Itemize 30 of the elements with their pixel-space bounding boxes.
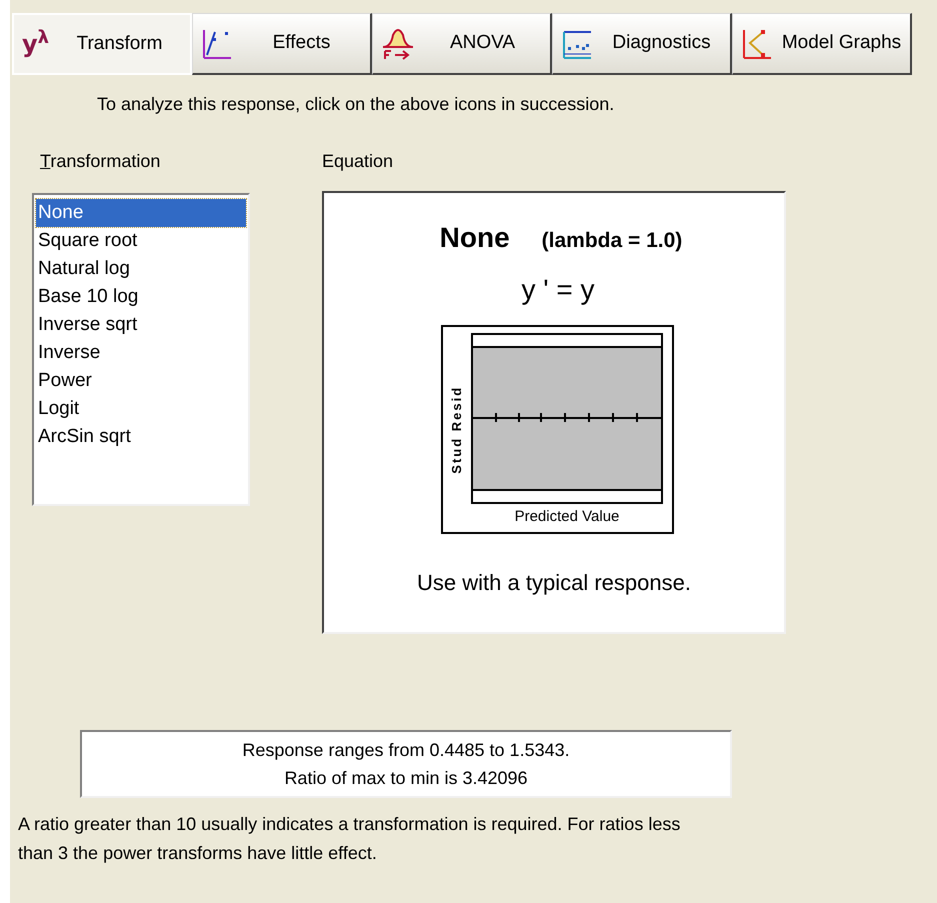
transformation-label: Transformation: [40, 150, 160, 173]
list-item[interactable]: Natural log: [36, 255, 246, 283]
transformation-list[interactable]: None Square root Natural log Base 10 log Inverse sqrt Inverse Power Logit ArcSin sqrt: [32, 193, 250, 506]
angle-graph-icon: [741, 28, 773, 60]
list-item[interactable]: Inverse: [36, 339, 246, 367]
equation-formula: y ' = y: [521, 273, 595, 307]
y-axis-label: Stud Resid: [448, 386, 465, 474]
tab[interactable]: Diagnostics: [552, 13, 732, 75]
advice-text: A ratio greater than 10 usually indicates a transformation is required. For ratios less than 3 the power transforms have little effect.: [18, 813, 682, 865]
list-item[interactable]: Logit: [36, 395, 246, 423]
equation-label: Equation: [322, 150, 394, 173]
tab[interactable]: Effects: [192, 13, 372, 75]
list-item[interactable]: Inverse sqrt: [36, 311, 246, 339]
tab[interactable]: Model Graphs: [732, 13, 912, 75]
list-item[interactable]: Power: [36, 367, 246, 395]
distribution-curve-icon: [381, 26, 415, 60]
transformation-name: None: [440, 221, 510, 255]
x-axis-label: Predicted Value: [514, 507, 620, 527]
range-text: Ratio of max to min is 3.42096: [284, 767, 528, 790]
list-item[interactable]: Base 10 log: [36, 283, 246, 311]
list-item[interactable]: None: [36, 199, 246, 227]
list-item[interactable]: Square root: [36, 227, 246, 255]
range-text: Response ranges from 0.4485 to 1.5343.: [242, 739, 570, 762]
line-plot-icon: [201, 28, 233, 60]
transformation-note: Use with a typical response.: [417, 569, 691, 597]
instruction-text: To analyze this response, click on the above icons in succession.: [97, 93, 614, 116]
tab[interactable]: y$^{λ}$ Transform: [12, 13, 192, 75]
list-item[interactable]: ArcSin sqrt: [36, 423, 246, 451]
tab[interactable]: ANOVA: [372, 13, 552, 75]
lambda-value: (lambda = 1.0): [542, 228, 682, 254]
